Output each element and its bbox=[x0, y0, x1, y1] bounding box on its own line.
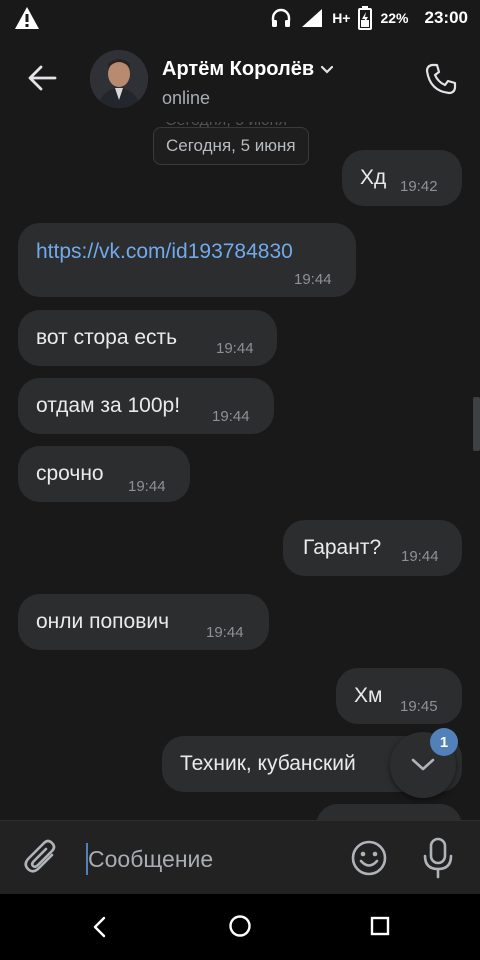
message-link[interactable]: https://vk.com/id193784830 bbox=[36, 240, 293, 264]
avatar-image bbox=[90, 50, 148, 108]
message-time: 19:44 bbox=[212, 408, 250, 425]
message-text: Техник, кубанский bbox=[180, 752, 356, 775]
scrollbar-thumb[interactable] bbox=[473, 397, 480, 451]
message-text: вот стора есть bbox=[36, 326, 178, 349]
chevron-down-icon bbox=[321, 65, 334, 74]
message-text: срочно bbox=[36, 462, 104, 485]
unread-badge: 1 bbox=[430, 728, 458, 756]
message-outgoing[interactable]: Гарант? 19:44 bbox=[283, 520, 462, 576]
battery-percent: 22% bbox=[380, 10, 409, 26]
message-outgoing-partial[interactable] bbox=[316, 804, 462, 820]
back-arrow-icon bbox=[28, 65, 57, 91]
message-outgoing[interactable]: Хм 19:45 bbox=[336, 668, 462, 724]
message-incoming[interactable]: срочно 19:44 bbox=[18, 446, 190, 502]
message-text: онли попович bbox=[36, 610, 170, 633]
message-text: отдам за 100р! bbox=[36, 394, 181, 417]
nav-back-icon[interactable] bbox=[86, 912, 114, 942]
battery-icon bbox=[358, 6, 373, 30]
message-incoming[interactable]: отдам за 100р! 19:44 bbox=[18, 378, 274, 434]
message-incoming[interactable]: https://vk.com/id193784830 19:44 bbox=[18, 223, 356, 297]
clock: 23:00 bbox=[424, 8, 468, 27]
message-outgoing[interactable]: Хд 19:42 bbox=[342, 150, 462, 206]
paperclip-icon[interactable] bbox=[22, 837, 62, 877]
chat-header: Артём Королёв online bbox=[0, 36, 480, 122]
message-list[interactable]: Сегодня, 5 июня Сегодня, 5 июня Хд 19:42… bbox=[0, 122, 480, 820]
status-bar: H+ 22% 23:00 bbox=[0, 0, 480, 36]
message-time: 19:44 bbox=[216, 340, 254, 357]
nav-recents-icon[interactable] bbox=[370, 916, 390, 936]
emoji-icon[interactable] bbox=[350, 839, 388, 877]
message-text: Гарант? bbox=[303, 536, 382, 559]
signal-icon bbox=[302, 9, 323, 27]
headphones-icon bbox=[271, 8, 291, 27]
contact-name[interactable]: Артём Королёв bbox=[162, 58, 334, 81]
composer bbox=[0, 820, 480, 895]
message-input[interactable] bbox=[84, 839, 338, 879]
chevron-down-icon bbox=[411, 758, 435, 771]
message-time: 19:44 bbox=[128, 478, 166, 495]
contact-status: online bbox=[162, 88, 211, 108]
message-text: Хд bbox=[360, 166, 387, 189]
call-button[interactable] bbox=[420, 58, 462, 100]
message-time: 19:42 bbox=[400, 178, 438, 195]
microphone-icon[interactable] bbox=[420, 837, 456, 879]
message-time: 19:44 bbox=[206, 624, 244, 641]
phone-icon bbox=[425, 63, 457, 95]
message-time: 19:45 bbox=[400, 698, 438, 715]
message-incoming[interactable]: вот стора есть 19:44 bbox=[18, 310, 277, 366]
message-time: 19:44 bbox=[401, 548, 439, 565]
message-time: 19:44 bbox=[294, 271, 332, 288]
message-text: Хм bbox=[354, 684, 383, 707]
message-incoming[interactable]: онли попович 19:44 bbox=[18, 594, 269, 650]
system-navigation-bar bbox=[0, 894, 480, 960]
date-separator: Сегодня, 5 июня bbox=[153, 127, 309, 165]
contact-name-text: Артём Королёв bbox=[162, 58, 315, 80]
nav-home-icon[interactable] bbox=[228, 914, 252, 938]
warning-icon bbox=[15, 7, 39, 29]
network-type: H+ bbox=[332, 10, 351, 26]
avatar[interactable] bbox=[90, 50, 148, 108]
back-button[interactable] bbox=[22, 58, 62, 98]
